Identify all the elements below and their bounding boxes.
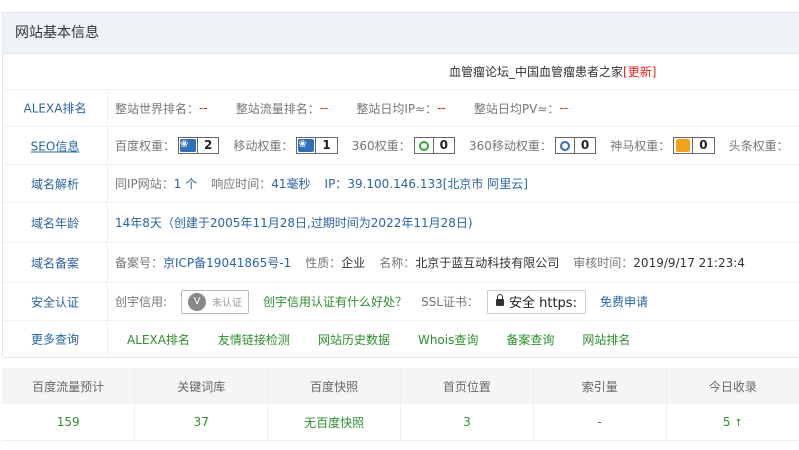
more-link-whois[interactable]: Whois查询 [418, 331, 478, 348]
dns-row: 域名解析 同IP网站： 1 个 响应时间： 41毫秒 IP： 39.100.14… [3, 165, 799, 203]
icp-row: 域名备案 备案号： 京ICP备19041865号-1 性质： 企业 名称： 北京… [3, 243, 799, 283]
response-time-label: 响应时间： [211, 177, 272, 191]
shenma-weight-value: 0 [692, 138, 713, 153]
stats-header: 今日收录 [666, 368, 799, 404]
alexa-world-rank-value: -- [199, 101, 208, 115]
so360-weight-badge[interactable]: 0 [413, 137, 456, 154]
alexa-traffic-rank-value: -- [319, 101, 329, 115]
domain-age-value: 14年8天（创建于2005年11月28日,过期时间为2022年11月28日) [115, 216, 473, 230]
baidu-weight-label: 百度权重： [115, 139, 176, 153]
icp-number-label: 备案号： [115, 256, 164, 270]
icp-time-label: 审核时间： [573, 256, 634, 270]
alexa-daily-ip-label: 整站日均IP≈： [356, 101, 438, 116]
stats-value-row: 159 37 无百度快照 3 - 5 ↑ [2, 404, 799, 441]
lock-icon [495, 294, 504, 306]
alexa-daily-ip-value: -- [437, 101, 446, 115]
shenma-horse-icon [676, 139, 691, 152]
so360m-weight-badge[interactable]: 0 [554, 137, 597, 154]
baidu-paw-icon: ❀ [180, 139, 197, 152]
icp-org-label: 名称： [379, 256, 416, 270]
panel-title: 网站基本信息 [3, 13, 799, 54]
stats-baidu-snapshot[interactable]: 无百度快照 [267, 404, 401, 441]
ip-label: IP： [324, 177, 348, 191]
more-link-friend-links[interactable]: 友情链接检测 [218, 331, 290, 348]
mobile-weight-value: 1 [315, 138, 336, 153]
more-link-site-rank[interactable]: 网站排名 [582, 331, 630, 348]
credit-label: 创宇信用: [115, 295, 168, 309]
baidu-weight-badge[interactable]: ❀ 2 [178, 137, 220, 154]
icp-org-value: 北京于蓝互动科技有限公司 [415, 256, 560, 270]
dns-label: 域名解析 [30, 177, 79, 191]
icp-time-value: 2019/9/17 21:23:4 [633, 255, 745, 270]
credit-cert-badge[interactable]: V 未认证 [181, 289, 250, 314]
stats-header: 百度流量预计 [2, 368, 136, 404]
so360-weight-value: 0 [432, 138, 454, 153]
credit-benefit-link[interactable]: 创宇信用认证有什么好处？ [263, 293, 407, 310]
update-link[interactable]: [更新] [623, 63, 656, 80]
stats-keywords[interactable]: 37 [134, 404, 269, 441]
so360-ring-icon [418, 140, 429, 151]
stats-home-position: 3 [400, 404, 534, 441]
stats-header: 关键词库 [134, 368, 269, 404]
so360m-ring-icon [559, 140, 570, 151]
seo-row: SEO信息 百度权重： ❀ 2 移动权重： ❀ 1 360权重： 0 360移动… [3, 127, 799, 165]
shenma-weight-badge[interactable]: 0 [673, 137, 715, 154]
more-link-history[interactable]: 网站历史数据 [318, 331, 390, 348]
icp-type-label: 性质： [305, 256, 342, 270]
alexa-label: ALEXA排名 [23, 101, 87, 116]
alexa-row: ALEXA排名 整站世界排名： -- 整站流量排名： -- 整站日均IP≈： -… [3, 90, 799, 127]
ssl-badge-text: 安全 https: [508, 296, 577, 311]
stats-table: 百度流量预计 关键词库 百度快照 首页位置 索引量 今日收录 159 37 无百… [2, 368, 799, 441]
up-arrow-icon: ↑ [734, 418, 743, 429]
security-row: 安全认证 创宇信用: V 未认证 创宇信用认证有什么好处？ SSL证书： 安全 … [3, 283, 799, 321]
more-query-row: 更多查询 ALEXA排名 友情链接检测 网站历史数据 Whois查询 备案查询 … [3, 321, 799, 357]
stats-header: 索引量 [533, 368, 667, 404]
seo-label[interactable]: SEO信息 [3, 137, 107, 154]
icp-type-value: 企业 [341, 256, 366, 270]
stats-header: 百度快照 [267, 368, 401, 404]
basic-info-panel: 网站基本信息 血管瘤论坛_中国血管瘤患者之家 [更新] ALEXA排名 整站世界… [2, 12, 799, 358]
ip-value[interactable]: 39.100.146.133[北京市 阿里云] [347, 175, 528, 192]
more-query-label: 更多查询 [30, 332, 79, 347]
stats-today-indexed-cell[interactable]: 5 ↑ [666, 404, 799, 441]
so360m-weight-label: 360移动权重： [469, 139, 552, 153]
baidu-weight-value: 2 [197, 138, 218, 153]
more-link-icp[interactable]: 备案查询 [506, 331, 554, 348]
domain-age-label: 域名年龄 [30, 216, 79, 230]
same-ip-value[interactable]: 1 个 [174, 175, 197, 192]
same-ip-label: 同IP网站： [115, 177, 174, 191]
shenma-weight-label: 神马权重： [610, 139, 671, 153]
response-time-value: 41毫秒 [271, 177, 311, 191]
site-name: 血管瘤论坛_中国血管瘤患者之家 [449, 64, 624, 79]
credit-cert-text: 未认证 [212, 298, 243, 309]
alexa-daily-pv-value: -- [559, 101, 569, 115]
credit-v-icon: V [188, 292, 207, 311]
icp-number-value[interactable]: 京ICP备19041865号-1 [163, 254, 291, 271]
so360m-weight-value: 0 [573, 138, 595, 153]
ssl-label: SSL证书： [421, 295, 479, 309]
more-link-alexa[interactable]: ALEXA排名 [127, 331, 190, 348]
stats-header: 首页位置 [400, 368, 534, 404]
stats-index-count: - [533, 404, 667, 441]
so360-weight-label: 360权重： [351, 139, 411, 153]
mobile-weight-badge[interactable]: ❀ 1 [296, 137, 338, 154]
stats-today-indexed: 5 [722, 415, 731, 429]
toutiao-weight-label: 头条权重： [728, 139, 789, 153]
icp-label: 域名备案 [30, 256, 79, 270]
alexa-world-rank-label: 整站世界排名： [115, 101, 200, 116]
stats-header-row: 百度流量预计 关键词库 百度快照 首页位置 索引量 今日收录 [2, 368, 799, 404]
alexa-daily-pv-label: 整站日均PV≈： [473, 101, 560, 116]
mobile-weight-label: 移动权重： [233, 139, 294, 153]
free-apply-link[interactable]: 免费申请 [600, 293, 648, 310]
stats-baidu-traffic[interactable]: 159 [2, 404, 136, 441]
site-name-row: 血管瘤论坛_中国血管瘤患者之家 [更新] [3, 53, 799, 90]
alexa-traffic-rank-label: 整站流量排名： [235, 101, 320, 116]
domain-age-row: 域名年龄 14年8天（创建于2005年11月28日,过期时间为2022年11月2… [3, 203, 799, 243]
security-label: 安全认证 [30, 295, 79, 309]
ssl-badge[interactable]: 安全 https: [486, 289, 586, 314]
mobile-paw-icon: ❀ [298, 139, 315, 152]
